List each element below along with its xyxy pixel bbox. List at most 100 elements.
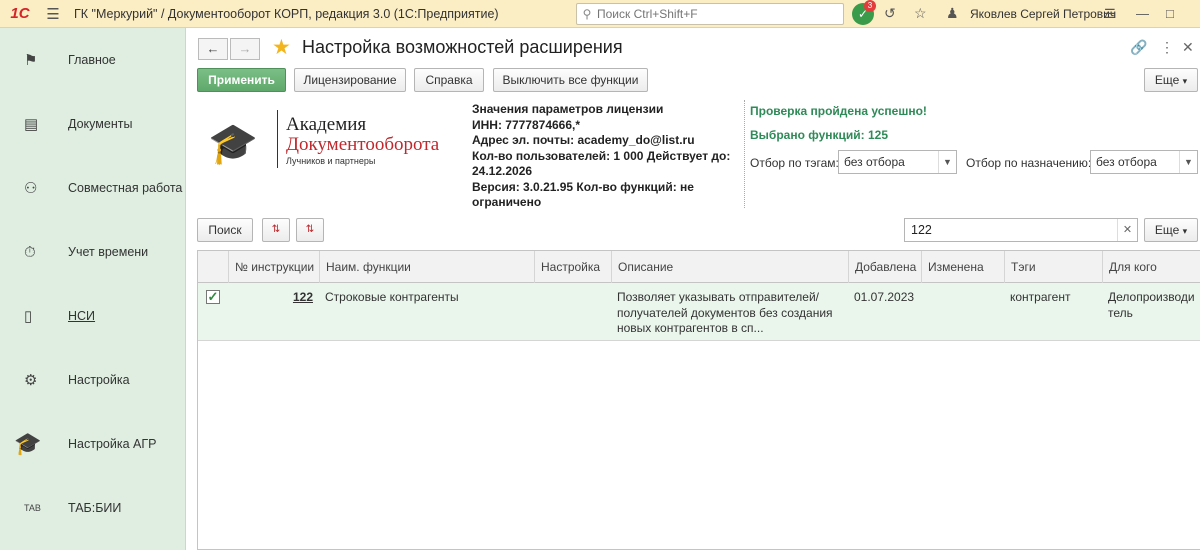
more-button[interactable]: Еще ▾ — [1144, 68, 1198, 92]
academy-name-line1: Академия — [286, 114, 367, 135]
tags-filter-select[interactable]: без отбора ▼ — [838, 150, 957, 174]
app-title: ГК "Меркурий" / Документооборот КОРП, ре… — [74, 6, 499, 21]
book-icon: ▯ — [24, 308, 33, 325]
functions-table: № инструкции Наим. функции Настройка Опи… — [197, 250, 1200, 550]
list-search-value: 122 — [911, 223, 932, 237]
row-for-whom: Делопроизводитель — [1108, 290, 1195, 320]
page-title: Настройка возможностей расширения — [302, 37, 623, 57]
purpose-filter-value: без отбора — [1096, 155, 1157, 169]
sidebar-item-tab-bii[interactable]: TAB ТАБ:БИИ — [0, 488, 186, 528]
global-search-input[interactable] — [597, 7, 837, 21]
1c-logo: 1С — [10, 5, 30, 22]
chevron-down-icon[interactable]: ▼ — [938, 151, 956, 173]
close-icon[interactable]: ✕ — [1182, 39, 1194, 56]
row-number-link[interactable]: 122 — [228, 283, 319, 341]
sort-descending-icon[interactable]: ⇅ — [296, 218, 324, 242]
row-description: Позволяет указывать отправителей/получат… — [617, 290, 833, 335]
column-header-added[interactable]: Добавлена — [848, 251, 921, 283]
apply-button[interactable]: Применить — [197, 68, 286, 92]
global-search[interactable]: ⚲ — [576, 3, 844, 25]
forward-arrow-icon[interactable]: → — [230, 38, 260, 60]
license-users: Кол-во пользователей: 1 000 Действует до… — [472, 148, 731, 179]
more-vertical-icon[interactable]: ⋮ — [1160, 39, 1174, 56]
table-row[interactable]: ✓ 122 Строковые контрагенты Позволяет ук… — [198, 283, 1200, 341]
column-header-tags[interactable]: Тэги — [1004, 251, 1102, 283]
search-button[interactable]: Поиск — [197, 218, 253, 242]
academy-subtitle: Лучников и партнеры — [286, 156, 376, 166]
sidebar-item-label: Настройка — [68, 373, 130, 387]
divider — [744, 100, 745, 208]
sidebar-item-label: Главное — [68, 53, 116, 67]
sidebar-item-label: Документы — [68, 117, 133, 131]
favorite-star-icon[interactable]: ★ — [272, 35, 291, 60]
more-button-label: Еще — [1154, 73, 1180, 87]
selected-functions-count: Выбрано функций: 125 — [750, 128, 888, 142]
tab-icon: TAB — [24, 503, 41, 513]
logo-divider — [277, 110, 278, 168]
sidebar-item-label: Учет времени — [68, 245, 149, 259]
license-version: Версия: 3.0.21.95 Кол-во функций: не огр… — [472, 179, 694, 210]
disable-all-button[interactable]: Выключить все функции — [493, 68, 648, 92]
license-email: Адрес эл. почты: academy_do@list.ru — [472, 133, 695, 147]
tags-filter-value: без отбора — [844, 155, 905, 169]
academy-name-line2: Документооборота — [286, 134, 440, 155]
row-checkbox[interactable]: ✓ — [206, 290, 220, 304]
sidebar-item-label: Настройка АГР — [68, 437, 157, 451]
purpose-filter-select[interactable]: без отбора ▼ — [1090, 150, 1198, 174]
chevron-down-icon: ▾ — [1182, 76, 1188, 86]
column-header-for-whom[interactable]: Для кого — [1102, 251, 1200, 283]
sidebar-item-documents[interactable]: ▤ Документы — [0, 104, 186, 144]
hamburger-icon[interactable]: ☰ — [40, 5, 66, 23]
sort-ascending-icon[interactable]: ⇅ — [262, 218, 290, 242]
license-info: Значения параметров лицензии ИНН: 777787… — [472, 102, 740, 211]
help-button[interactable]: Справка — [414, 68, 484, 92]
gear-icon: ⚙ — [24, 372, 38, 389]
user-name[interactable]: Яковлев Сергей Петрович — [970, 7, 1116, 21]
sidebar-item-label: НСИ — [68, 309, 96, 323]
column-header-changed[interactable]: Изменена — [921, 251, 1004, 283]
favorites-star-icon[interactable]: ☆ — [914, 5, 927, 22]
purpose-filter-label: Отбор по назначению: — [966, 156, 1092, 170]
sidebar-item-nsi[interactable]: ▯ НСИ — [0, 296, 186, 336]
folder-icon: ▤ — [24, 116, 39, 133]
licensing-button[interactable]: Лицензирование — [294, 68, 406, 92]
minimize-icon[interactable]: — — [1136, 6, 1149, 21]
sidebar-item-label: ТАБ:БИИ — [68, 501, 122, 515]
table-header: № инструкции Наим. функции Настройка Опи… — [198, 251, 1200, 283]
row-tags: контрагент — [1010, 290, 1071, 304]
row-changed-date — [921, 283, 1004, 341]
license-heading: Значения параметров лицензии — [472, 102, 664, 116]
notifications-badge: 3 — [864, 0, 876, 12]
column-header-description[interactable]: Описание — [611, 251, 848, 283]
sidebar-item-settings[interactable]: ⚙ Настройка — [0, 360, 186, 400]
row-setting[interactable] — [534, 283, 611, 341]
history-icon[interactable]: ↺ — [884, 5, 896, 22]
settings-menu-icon[interactable]: ☰ — [1104, 6, 1116, 22]
column-header-name[interactable]: Наим. функции — [319, 251, 534, 283]
chevron-down-icon[interactable]: ▼ — [1179, 151, 1197, 173]
flag-icon: ⚑ — [24, 52, 38, 69]
list-search-input[interactable]: 122 ✕ — [904, 218, 1138, 242]
graduation-cap-icon: 🎓 — [208, 122, 258, 166]
sidebar-item-label: Совместная работа — [68, 181, 183, 195]
sidebar-item-agr-settings[interactable]: 🎓 Настройка АГР — [0, 424, 186, 464]
sidebar-item-time-tracking[interactable]: ⏱ Учет времени — [0, 232, 186, 272]
tags-filter-label: Отбор по тэгам: — [750, 156, 839, 170]
graduation-cap-icon: 🎓 — [14, 431, 42, 456]
check-status: Проверка пройдена успешно! — [750, 104, 927, 118]
maximize-icon[interactable]: □ — [1166, 6, 1174, 21]
sidebar-item-collaboration[interactable]: ⚇ Совместная работа — [0, 168, 186, 208]
row-function-name: Строковые контрагенты — [325, 290, 459, 304]
sidebar-item-main[interactable]: ⚑ Главное — [0, 40, 186, 80]
back-arrow-icon[interactable]: ← — [198, 38, 228, 60]
users-icon: ⚇ — [24, 180, 38, 197]
column-header-number[interactable]: № инструкции — [228, 251, 319, 283]
academy-logo: 🎓 Академия Документооборота Лучников и п… — [208, 108, 453, 198]
clear-icon[interactable]: ✕ — [1117, 219, 1137, 241]
list-more-button[interactable]: Еще ▾ — [1144, 218, 1198, 242]
link-icon[interactable]: 🔗 — [1130, 39, 1147, 56]
user-icon[interactable]: ♟ — [946, 5, 959, 22]
column-header-check — [198, 251, 228, 283]
column-header-setting[interactable]: Настройка — [534, 251, 611, 283]
form-area: ← → ★ Настройка возможностей расширения … — [186, 28, 1200, 550]
